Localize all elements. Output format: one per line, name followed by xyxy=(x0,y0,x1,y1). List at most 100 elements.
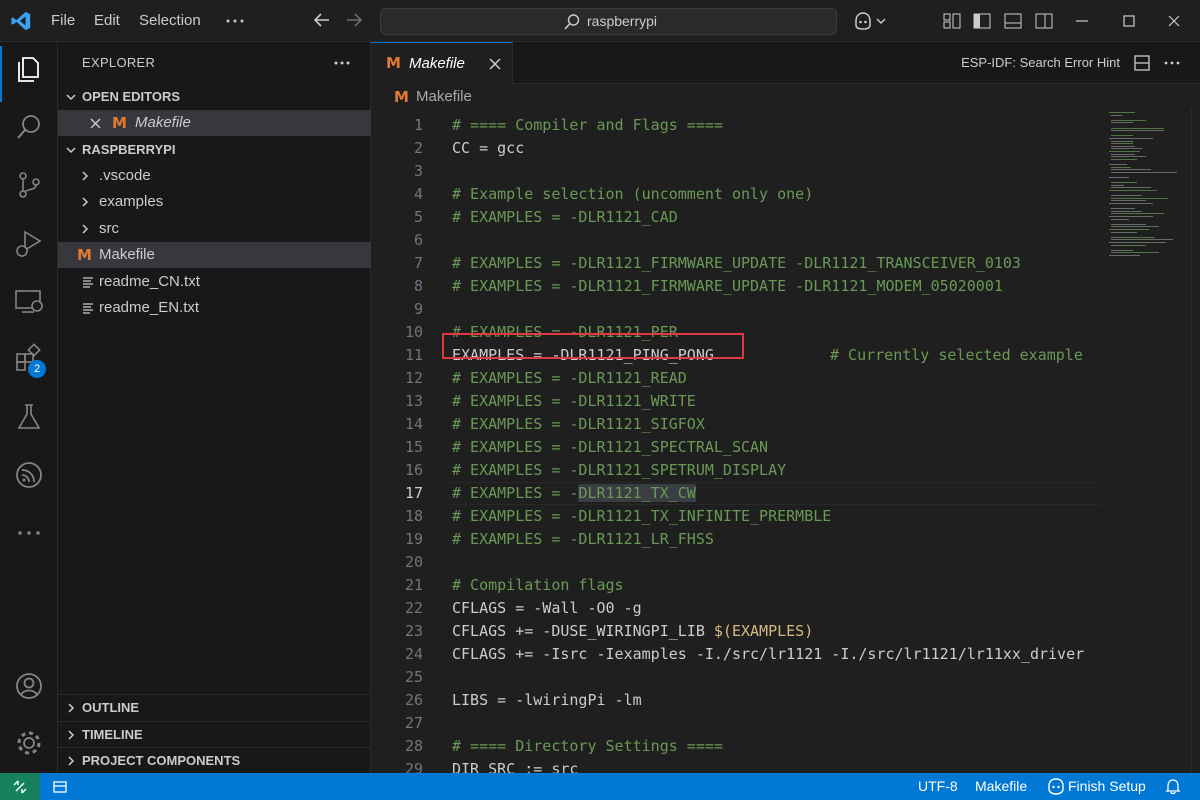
text-file-icon xyxy=(83,277,93,288)
project-folder-label: RASPBERRYPI xyxy=(82,142,176,157)
search-view-icon[interactable] xyxy=(12,110,46,144)
search-icon xyxy=(564,14,580,30)
explorer-icon[interactable] xyxy=(12,52,46,86)
tree-item-readme-cn[interactable]: readme_CN.txt xyxy=(58,269,371,295)
toggle-panel-icon[interactable] xyxy=(1003,11,1023,31)
minimap-line xyxy=(1111,127,1164,129)
close-window-icon[interactable] xyxy=(1164,11,1184,31)
line-number: 20 xyxy=(404,553,423,571)
ports-icon[interactable] xyxy=(52,779,68,795)
breadcrumb-file[interactable]: Makefile xyxy=(416,84,472,110)
customize-layout-icon[interactable] xyxy=(942,11,962,31)
menu-selection[interactable]: Selection xyxy=(139,0,201,42)
esp-idf-icon[interactable] xyxy=(12,458,46,492)
testing-icon[interactable] xyxy=(12,400,46,434)
code-text: # EXAMPLES = -DLR1121_LR_FHSS xyxy=(452,530,714,548)
code-text: # EXAMPLES = -DLR1121_CAD xyxy=(452,208,678,226)
line-number: 17 xyxy=(404,484,423,502)
status-bar: UTF-8 Makefile Finish Setup xyxy=(0,773,1200,800)
timeline-header[interactable]: TIMELINE xyxy=(58,722,371,748)
code-text: CFLAGS += -Isrc -Iexamples -I./src/lr112… xyxy=(452,645,1085,663)
minimap-line xyxy=(1109,229,1149,230)
close-editor-icon[interactable] xyxy=(89,117,102,130)
minimap-line xyxy=(1111,145,1136,147)
minimap-line xyxy=(1111,143,1133,145)
minimap[interactable] xyxy=(1101,108,1200,773)
code-line: 24 CFLAGS += -Isrc -Iexamples -I./src/lr1… xyxy=(371,643,1101,666)
tree-item-readme-en[interactable]: readme_EN.txt xyxy=(58,295,371,321)
code-text-prefix: # EXAMPLES = - xyxy=(452,484,579,502)
minimap-line xyxy=(1111,130,1164,132)
minimap-line xyxy=(1111,140,1133,142)
chevron-down-icon xyxy=(66,94,76,101)
code-text: # EXAMPLES = -DLR1121_FIRMWARE_UPDATE -D… xyxy=(452,277,1003,295)
accounts-icon[interactable] xyxy=(12,669,46,703)
line-number: 21 xyxy=(404,576,423,594)
line-number: 18 xyxy=(404,507,423,525)
minimap-line xyxy=(1109,203,1153,204)
code-line: 18 # EXAMPLES = -DLR1121_TX_INFINITE_PRER… xyxy=(371,505,1101,528)
line-number: 10 xyxy=(404,323,423,341)
line-number: 24 xyxy=(404,645,423,663)
minimap-line xyxy=(1111,218,1129,220)
vertical-scrollbar[interactable] xyxy=(1191,108,1200,773)
encoding-status[interactable]: UTF-8 xyxy=(918,773,958,800)
copilot-icon[interactable] xyxy=(853,11,889,31)
forward-arrow-icon[interactable] xyxy=(343,9,365,31)
project-folder-header[interactable]: RASPBERRYPI xyxy=(58,137,371,163)
code-editor[interactable]: 1 # ==== Compiler and Flags ==== 2 CC = gcc… xyxy=(371,108,1101,773)
tree-item-src[interactable]: src xyxy=(58,216,371,242)
minimap-line xyxy=(1111,122,1133,124)
open-editor-label: Makefile xyxy=(135,114,191,131)
open-editor-item[interactable]: M Makefile xyxy=(58,110,371,136)
tree-item-vscode[interactable]: .vscode xyxy=(58,163,371,189)
makefile-icon: M xyxy=(112,114,127,132)
split-editor-icon[interactable] xyxy=(1133,54,1151,72)
explorer-sidebar: EXPLORER OPEN EDITORS M Makefile RASPBER… xyxy=(58,42,371,773)
code-text: # EXAMPLES = -DLR1121_FIRMWARE_UPDATE -D… xyxy=(452,254,1021,272)
minimize-icon[interactable] xyxy=(1072,11,1092,31)
more-views-icon[interactable] xyxy=(12,516,46,550)
tree-item-label: src xyxy=(99,220,119,237)
minimap-line xyxy=(1111,148,1142,150)
minimap-line xyxy=(1111,208,1136,210)
tree-item-makefile[interactable]: M Makefile xyxy=(58,242,371,268)
remote-explorer-icon[interactable] xyxy=(12,284,46,318)
manage-gear-icon[interactable] xyxy=(12,726,46,760)
breadcrumb[interactable]: M Makefile xyxy=(371,84,1200,110)
toggle-secondary-sidebar-icon[interactable] xyxy=(1034,11,1054,31)
tab-makefile[interactable]: M Makefile xyxy=(371,42,513,84)
code-line: 8 # EXAMPLES = -DLR1121_FIRMWARE_UPDATE -… xyxy=(371,275,1101,298)
chevron-right-icon xyxy=(68,756,75,766)
command-center-search[interactable]: raspberrypi xyxy=(380,8,837,35)
source-control-icon[interactable] xyxy=(12,168,46,202)
code-text: # EXAMPLES = -DLR1121_SIGFOX xyxy=(452,415,705,433)
tree-item-examples[interactable]: examples xyxy=(58,189,371,215)
code-line: 22 CFLAGS = -Wall -O0 -g xyxy=(371,597,1101,620)
finish-setup-status[interactable]: Finish Setup xyxy=(1068,773,1146,800)
outline-header[interactable]: OUTLINE xyxy=(58,695,371,721)
menu-file[interactable]: File xyxy=(51,0,75,42)
editor-more-actions-icon[interactable] xyxy=(1163,54,1181,72)
minimap-line xyxy=(1109,138,1153,139)
close-tab-icon[interactable] xyxy=(487,56,503,72)
menu-edit[interactable]: Edit xyxy=(94,0,120,42)
notifications-bell-icon[interactable] xyxy=(1165,778,1181,795)
code-line: 3 xyxy=(371,160,1101,183)
explorer-more-actions-icon[interactable] xyxy=(332,54,352,72)
project-components-label: PROJECT COMPONENTS xyxy=(82,753,241,768)
maximize-icon[interactable] xyxy=(1119,11,1139,31)
project-components-header[interactable]: PROJECT COMPONENTS xyxy=(58,748,371,774)
more-menu-icon[interactable] xyxy=(226,16,244,26)
back-arrow-icon[interactable] xyxy=(311,9,333,31)
code-line: 15 # EXAMPLES = -DLR1121_SPECTRAL_SCAN xyxy=(371,436,1101,459)
copilot-status-icon[interactable] xyxy=(1047,778,1065,795)
remote-indicator[interactable] xyxy=(0,773,40,800)
minimap-line xyxy=(1111,223,1147,225)
minimap-line xyxy=(1111,135,1133,137)
language-mode-status[interactable]: Makefile xyxy=(975,773,1027,800)
esp-idf-search-error-hint[interactable]: ESP-IDF: Search Error Hint xyxy=(961,42,1120,84)
run-debug-icon[interactable] xyxy=(12,226,46,260)
toggle-primary-sidebar-icon[interactable] xyxy=(972,11,992,31)
open-editors-header[interactable]: OPEN EDITORS xyxy=(58,84,371,110)
